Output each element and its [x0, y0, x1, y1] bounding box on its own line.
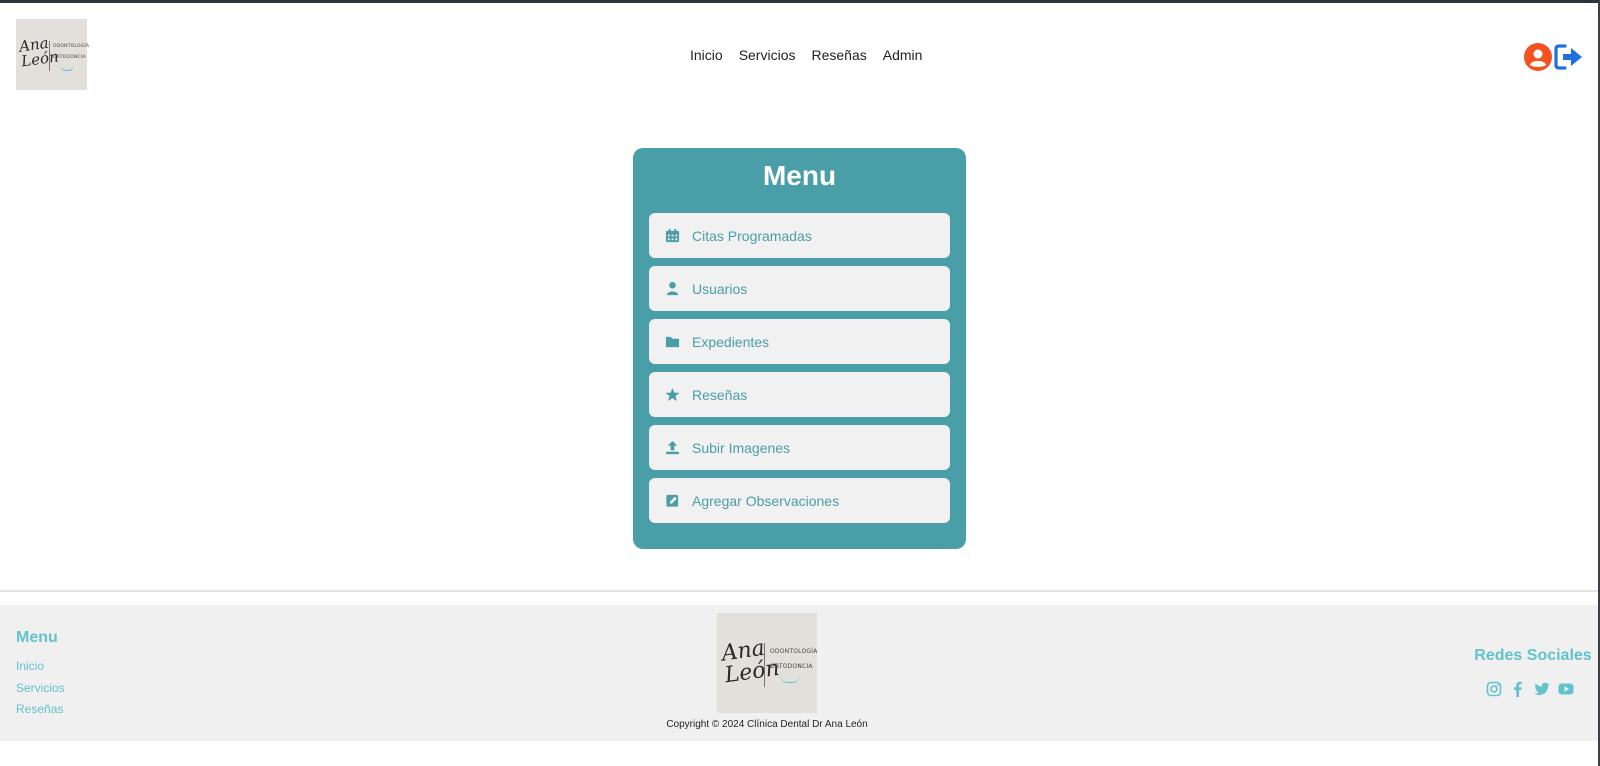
logo-text-line2: ORTODONCIA [770, 663, 813, 670]
menu-item-resenas[interactable]: Reseñas [649, 372, 950, 417]
copyright-text: Copyright © 2024 Clínica Dental Dr Ana L… [666, 719, 868, 730]
facebook-icon[interactable] [1510, 681, 1526, 697]
logo-smile-mark [780, 675, 800, 683]
footer-logo: Ana León ODONTOLOGÍA ORTODONCIA [717, 613, 817, 713]
nav-servicios[interactable]: Servicios [739, 47, 796, 63]
menu-title: Menu [762, 160, 837, 191]
social-title: Redes Sociales [1474, 647, 1592, 664]
twitter-icon[interactable] [1534, 681, 1550, 697]
folder-icon [665, 336, 680, 348]
social-icons [1486, 681, 1574, 697]
upload-icon [665, 440, 680, 455]
site-header: Ana León ODONTOLOGÍA ORTODONCIA Inicio S… [0, 3, 1598, 103]
instagram-icon[interactable] [1486, 681, 1502, 697]
menu-item-label: Usuarios [692, 280, 748, 297]
nav-resenas[interactable]: Reseñas [811, 47, 866, 63]
logout-icon[interactable] [1554, 43, 1584, 71]
site-logo[interactable]: Ana León ODONTOLOGÍA ORTODONCIA [16, 19, 90, 90]
logo-text-line1: ODONTOLOGÍA [770, 648, 818, 655]
logo-text-line2: ORTODONCIA [53, 55, 86, 60]
site-footer: Menu Inicio Servicios Reseñas Ana León O… [0, 605, 1598, 741]
logo-text-line1: ODONTOLOGÍA [53, 44, 90, 49]
youtube-icon[interactable] [1558, 681, 1574, 697]
menu-item-agregar-observaciones[interactable]: Agregar Observaciones [649, 478, 950, 523]
logo-divider [49, 41, 50, 71]
menu-item-label: Agregar Observaciones [692, 492, 840, 509]
nav-admin[interactable]: Admin [883, 47, 923, 63]
menu-item-label: Expedientes [692, 333, 770, 350]
menu-item-subir-imagenes[interactable]: Subir Imagenes [649, 425, 950, 470]
nav-inicio[interactable]: Inicio [690, 47, 723, 63]
calendar-icon [665, 228, 680, 243]
footer-link-servicios[interactable]: Servicios [16, 681, 65, 695]
logo-signature: Ana León [17, 33, 60, 71]
user-circle-icon[interactable] [1524, 43, 1552, 71]
logo-signature: Ana León [720, 635, 782, 689]
main-nav: Inicio Servicios Reseñas Admin [690, 47, 922, 63]
menu-item-expedientes[interactable]: Expedientes [649, 319, 950, 364]
footer-link-resenas[interactable]: Reseñas [16, 702, 63, 716]
logo-smile-mark [60, 65, 74, 71]
footer-link-inicio[interactable]: Inicio [16, 659, 44, 673]
menu-item-label: Subir Imagenes [692, 439, 791, 456]
user-icon [666, 281, 679, 296]
footer-menu-title: Menu [16, 629, 58, 646]
admin-menu-card: Menu Citas Programadas Usuarios Expedien… [633, 148, 966, 549]
edit-icon [666, 494, 679, 507]
menu-item-label: Reseñas [692, 386, 748, 403]
menu-item-citas-programadas[interactable]: Citas Programadas [649, 213, 950, 258]
logo-divider [764, 643, 765, 687]
menu-item-label: Citas Programadas [692, 227, 812, 244]
footer-divider [0, 590, 1598, 592]
menu-item-usuarios[interactable]: Usuarios [649, 266, 950, 311]
star-icon [665, 387, 680, 402]
